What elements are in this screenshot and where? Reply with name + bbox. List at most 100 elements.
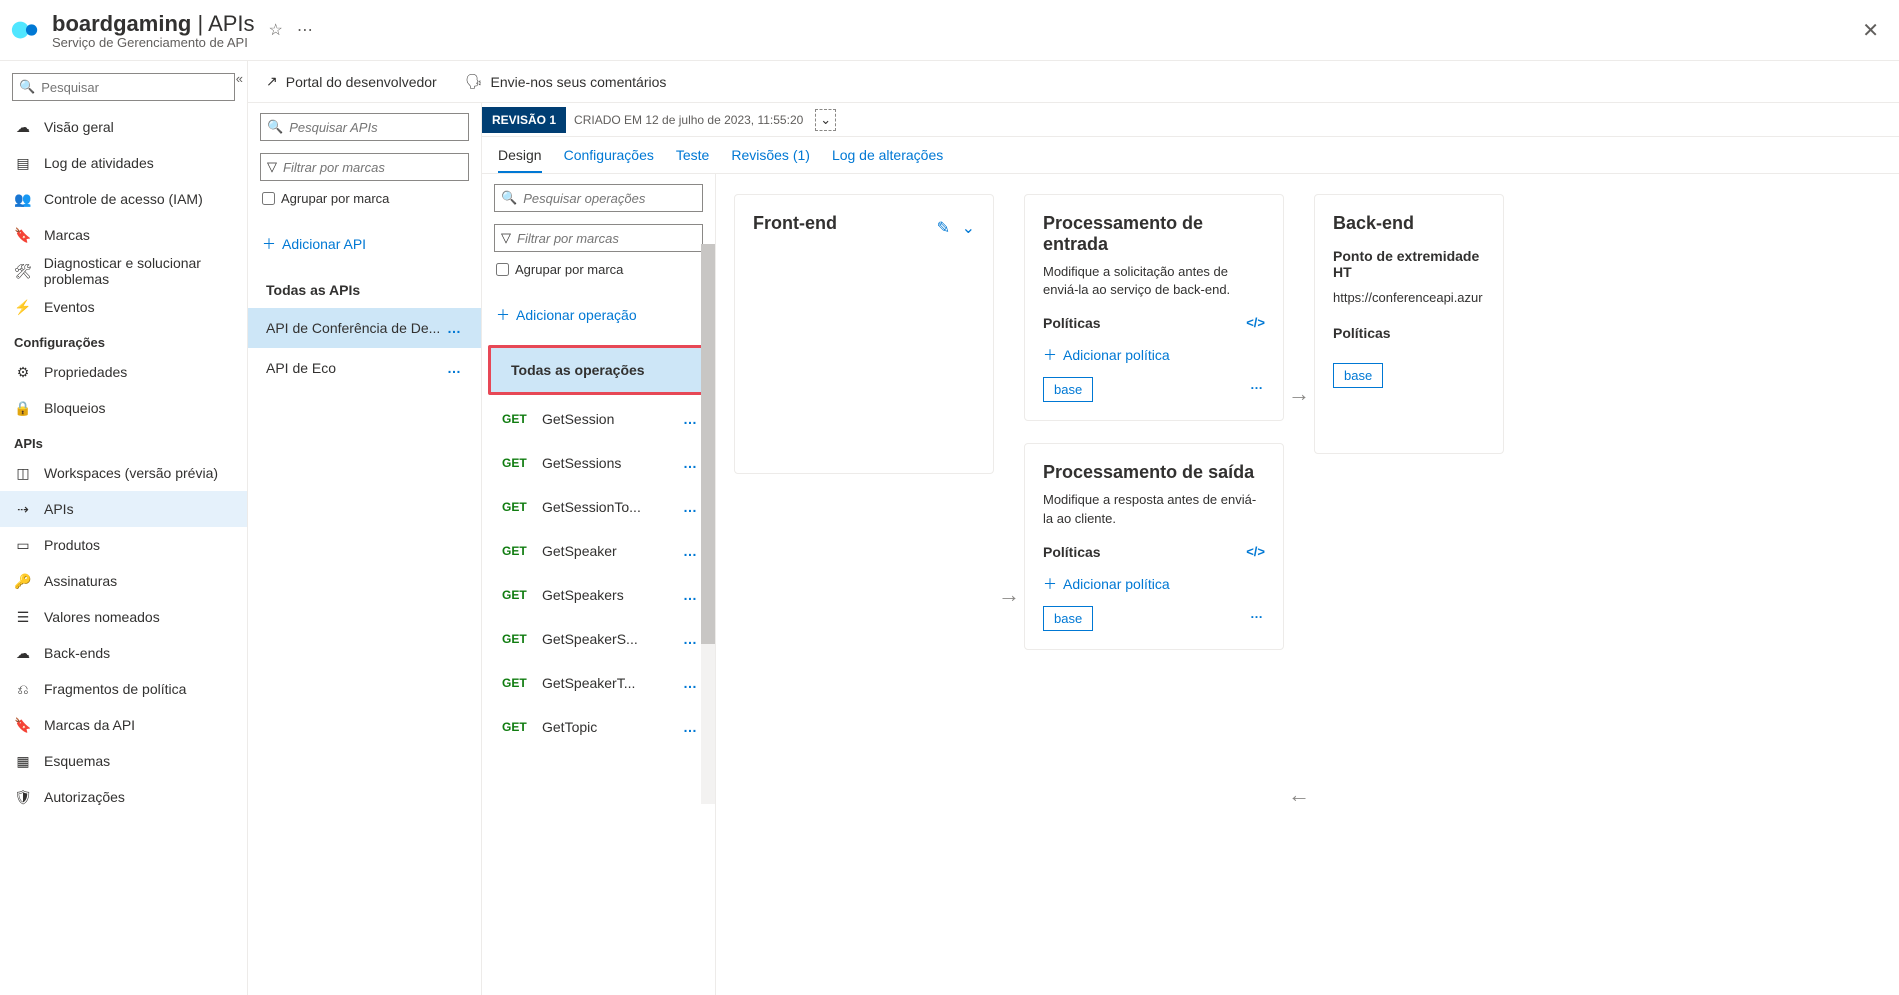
all-operations-item[interactable]: Todas as operações — [491, 348, 706, 392]
api-filter-tags[interactable]: ▽ — [260, 153, 469, 181]
nav-icon: 👥 — [14, 191, 32, 208]
nav-item[interactable]: ▭Produtos — [0, 527, 247, 563]
nav-item[interactable]: ▤Log de atividades — [0, 145, 247, 181]
nav-item[interactable]: ⚙Propriedades — [0, 354, 247, 390]
nav-icon: ☁ — [14, 645, 32, 662]
nav-icon: ⚙ — [14, 364, 32, 381]
nav-icon: 🔖 — [14, 717, 32, 734]
more-icon[interactable]: … — [683, 455, 699, 471]
operation-item[interactable]: GETGetSpeakers… — [482, 573, 715, 617]
add-api-button[interactable]: ＋ Adicionar API — [262, 234, 467, 254]
nav-item[interactable]: ⚡Eventos — [0, 289, 247, 325]
add-operation-button[interactable]: ＋ Adicionar operação — [496, 305, 701, 325]
nav-item[interactable]: 🔒Bloqueios — [0, 390, 247, 426]
more-icon[interactable]: ⋯ — [297, 20, 313, 40]
api-search-input[interactable] — [289, 120, 467, 135]
add-inbound-policy[interactable]: ＋Adicionar política — [1043, 345, 1265, 365]
more-icon[interactable]: … — [447, 320, 463, 336]
tab-revisions[interactable]: Revisões (1) — [731, 147, 810, 163]
operation-item[interactable]: GETGetSessions… — [482, 441, 715, 485]
nav-item[interactable]: 🔖Marcas — [0, 217, 247, 253]
chevron-down-icon[interactable]: ⌄ — [962, 220, 975, 237]
nav-item[interactable]: ⎌Fragmentos de política — [0, 671, 247, 707]
revision-dropdown-icon[interactable]: ⌄ — [815, 109, 836, 131]
api-search[interactable]: 🔍 — [260, 113, 469, 141]
nav-item[interactable]: 🛡Autorizações — [0, 779, 247, 815]
dev-portal-link[interactable]: ↗ Portal do desenvolvedor — [266, 73, 437, 90]
operation-item[interactable]: GETGetSession… — [482, 397, 715, 441]
tab-test[interactable]: Teste — [676, 147, 709, 163]
operations-column: 🔍 ▽ Agrupar por marca — [482, 174, 716, 995]
nav-section-config: Configurações — [0, 325, 247, 354]
base-tag[interactable]: base — [1043, 606, 1093, 631]
close-icon[interactable]: ✕ — [1858, 14, 1883, 47]
ops-search-input[interactable] — [523, 191, 701, 206]
operation-item[interactable]: GETGetSpeakerT...… — [482, 661, 715, 705]
nav-item[interactable]: 🔑Assinaturas — [0, 563, 247, 599]
nav-item[interactable]: ⇢APIs — [0, 491, 247, 527]
plus-icon: ＋ — [1043, 574, 1057, 594]
tab-design[interactable]: Design — [498, 147, 542, 173]
ops-group-checkbox[interactable]: Agrupar por marca — [496, 262, 701, 277]
ops-search[interactable]: 🔍 — [494, 184, 703, 212]
more-icon[interactable]: … — [683, 411, 699, 427]
ops-filter-tags[interactable]: ▽ — [494, 224, 703, 252]
revision-badge: REVISÃO 1 — [482, 107, 566, 133]
operation-item[interactable]: GETGetTopic… — [482, 705, 715, 749]
tab-changelog[interactable]: Log de alterações — [832, 147, 943, 163]
edit-icon[interactable]: ✎ — [937, 220, 950, 237]
nav-item[interactable]: ☁Back-ends — [0, 635, 247, 671]
more-icon[interactable]: … — [683, 587, 699, 603]
api-filter-input[interactable] — [283, 160, 462, 175]
nav-item[interactable]: ☰Valores nomeados — [0, 599, 247, 635]
operation-item[interactable]: GETGetSessionTo...… — [482, 485, 715, 529]
http-method: GET — [502, 676, 542, 690]
collapse-icon[interactable]: « — [236, 71, 243, 86]
backend-panel: Back-end Ponto de extremidade HT https:/… — [1314, 194, 1504, 454]
more-icon[interactable]: … — [447, 360, 463, 376]
all-apis-item[interactable]: Todas as APIs — [248, 272, 481, 308]
nav-item[interactable]: 🔖Marcas da API — [0, 707, 247, 743]
leftnav-search[interactable]: 🔍 — [12, 73, 235, 101]
nav-item[interactable]: ▦Esquemas — [0, 743, 247, 779]
inbound-desc: Modifique a solicitação antes de enviá-l… — [1043, 263, 1265, 299]
base-tag[interactable]: base — [1333, 363, 1383, 388]
nav-icon: 🔖 — [14, 227, 32, 244]
more-icon[interactable]: … — [683, 631, 699, 647]
base-tag[interactable]: base — [1043, 377, 1093, 402]
code-icon[interactable]: </> — [1246, 544, 1265, 559]
more-icon[interactable]: … — [683, 675, 699, 691]
nav-icon: 🛡 — [14, 789, 32, 806]
api-list-item[interactable]: API de Conferência de De...… — [248, 308, 481, 348]
policy-designer: Front-end ✎ ⌄ → — [716, 174, 1899, 995]
inbound-panel: Processamento de entrada Modifique a sol… — [1024, 194, 1284, 421]
favorite-icon[interactable]: ☆ — [269, 20, 283, 40]
title-strong: boardgaming — [52, 11, 191, 36]
policies-label: Políticas — [1043, 315, 1101, 331]
leftnav-search-input[interactable] — [41, 80, 228, 95]
feedback-link[interactable]: 🗣 Envie-nos seus comentários — [465, 73, 667, 90]
nav-item[interactable]: ◫Workspaces (versão prévia) — [0, 455, 247, 491]
nav-section-apis: APIs — [0, 426, 247, 455]
add-outbound-policy[interactable]: ＋Adicionar política — [1043, 574, 1265, 594]
ops-filter-input[interactable] — [517, 231, 696, 246]
more-icon[interactable]: … — [683, 719, 699, 735]
more-icon[interactable]: … — [683, 499, 699, 515]
ops-scrollbar-thumb[interactable] — [701, 244, 715, 644]
external-link-icon: ↗ — [266, 73, 278, 90]
api-group-checkbox[interactable]: Agrupar por marca — [262, 191, 467, 206]
nav-item[interactable]: 🛠Diagnosticar e solucionar problemas — [0, 253, 247, 289]
tab-config[interactable]: Configurações — [564, 147, 654, 163]
operation-item[interactable]: GETGetSpeakerS...… — [482, 617, 715, 661]
more-icon[interactable]: … — [1250, 377, 1265, 392]
top-action-bar: ↗ Portal do desenvolvedor 🗣 Envie-nos se… — [248, 61, 1899, 103]
operation-item[interactable]: GETGetSpeaker… — [482, 529, 715, 573]
outbound-desc: Modifique a resposta antes de enviá-la a… — [1043, 491, 1265, 527]
nav-item[interactable]: ☁Visão geral — [0, 109, 247, 145]
nav-item[interactable]: 👥Controle de acesso (IAM) — [0, 181, 247, 217]
more-icon[interactable]: … — [683, 543, 699, 559]
revision-info: CRIADO EM 12 de julho de 2023, 11:55:20 — [566, 113, 811, 127]
code-icon[interactable]: </> — [1246, 315, 1265, 330]
api-list-item[interactable]: API de Eco… — [248, 348, 481, 388]
more-icon[interactable]: … — [1250, 606, 1265, 621]
